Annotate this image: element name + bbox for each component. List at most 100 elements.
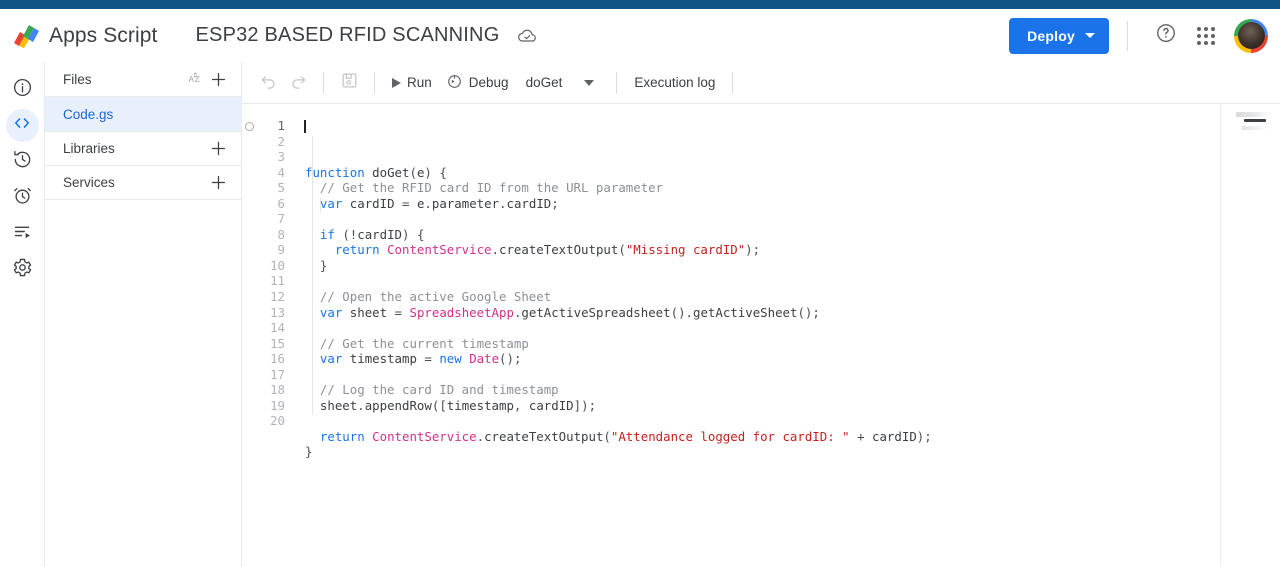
toolbar-divider-2 <box>374 71 375 94</box>
code-line: if (!cardID) { <box>319 226 425 242</box>
code-line: sheet.appendRow([timestamp, cardID]); <box>319 397 597 413</box>
debug-icon <box>446 73 463 93</box>
line-number: 2 <box>277 133 285 149</box>
sidebar-item-executions[interactable] <box>6 217 39 250</box>
page-title[interactable]: ESP32 BASED RFID SCANNING <box>195 24 499 47</box>
run-button-label: Run <box>407 75 432 90</box>
files-panel: Files A Z Code.gs Libraries Services <box>45 62 242 567</box>
add-file-button[interactable] <box>207 68 229 90</box>
sidebar-item-overview[interactable] <box>6 73 39 106</box>
line-number: 15 <box>270 335 285 351</box>
header-actions: Deploy <box>1009 16 1280 56</box>
save-project-button[interactable] <box>334 68 364 98</box>
add-library-button[interactable] <box>207 138 229 160</box>
fold-marker-icon[interactable] <box>245 121 254 131</box>
toolbar-divider-4 <box>732 71 734 94</box>
code-line: // Get the RFID card ID from the URL par… <box>319 180 664 196</box>
minimap-current-line <box>1244 119 1266 122</box>
deploy-button[interactable]: Deploy <box>1009 17 1109 54</box>
chevron-down-icon <box>584 79 595 86</box>
app-header: Apps Script ESP32 BASED RFID SCANNING De… <box>0 9 1280 62</box>
line-number: 12 <box>270 289 285 305</box>
line-number: 16 <box>270 351 285 367</box>
line-number: 3 <box>277 149 285 165</box>
function-dropdown-button[interactable] <box>572 68 606 98</box>
breakpoint-gutter[interactable] <box>242 118 260 476</box>
undo-button[interactable] <box>253 68 283 98</box>
brand-area[interactable]: Apps Script <box>0 23 157 49</box>
run-button[interactable]: Run <box>385 68 439 98</box>
services-section-title: Services <box>63 175 115 190</box>
sidebar-item-triggers[interactable] <box>6 181 39 214</box>
google-apps-button[interactable] <box>1186 16 1226 56</box>
line-number: 7 <box>277 211 285 227</box>
minimap-ghost-line-2 <box>1242 126 1268 130</box>
history-clock-icon <box>12 149 33 175</box>
line-number: 19 <box>270 397 285 413</box>
line-number: 6 <box>277 195 285 211</box>
editor-minimap[interactable] <box>1220 104 1280 567</box>
code-line: var sheet = SpreadsheetApp.getActiveSpre… <box>319 304 820 320</box>
undo-arrow-icon <box>259 71 278 95</box>
function-selector[interactable]: doGet <box>516 75 573 90</box>
apps-grid-icon <box>1197 26 1215 45</box>
svg-text:A: A <box>188 74 194 83</box>
debug-button-label: Debug <box>468 75 509 90</box>
list-item[interactable]: Code.gs <box>45 97 241 132</box>
line-number: 9 <box>277 242 285 258</box>
line-number: 10 <box>270 257 285 273</box>
code-line: } <box>305 444 313 460</box>
redo-button[interactable] <box>283 68 313 98</box>
apps-script-logo-icon <box>12 23 40 49</box>
code-line: var cardID = e.parameter.cardID; <box>319 195 559 211</box>
sort-az-icon[interactable]: A Z <box>185 68 207 90</box>
save-project-icon <box>340 71 359 95</box>
file-name: Code.gs <box>63 106 114 122</box>
add-service-button[interactable] <box>207 172 229 194</box>
indent-guide <box>319 197 321 214</box>
text-cursor <box>304 120 306 133</box>
execution-log-button[interactable]: Execution log <box>627 68 722 98</box>
execution-log-label: Execution log <box>634 75 716 90</box>
brand-name: Apps Script <box>49 23 158 47</box>
services-section-header[interactable]: Services <box>45 166 241 200</box>
code-line: return ContentService.createTextOutput("… <box>319 428 932 444</box>
top-accent-bar <box>0 0 1280 9</box>
line-number: 20 <box>270 413 285 429</box>
sidebar-item-project-history[interactable] <box>6 145 39 178</box>
help-circle-icon <box>1155 22 1177 49</box>
alarm-clock-icon <box>12 185 33 211</box>
code-line: } <box>319 257 328 273</box>
avatar-image <box>1237 22 1265 49</box>
code-line: // Open the active Google Sheet <box>319 289 552 305</box>
minimap-ghost-line <box>1236 112 1270 117</box>
toolbar-divider-3 <box>616 71 618 94</box>
line-number-gutter: 1 2 3 4 5 6 7 8 9 10 11 12 13 14 15 16 17 18 19 20 <box>260 118 294 476</box>
code-line: var timestamp = new Date(); <box>319 351 522 367</box>
line-number: 5 <box>277 180 285 196</box>
code-area: 1 2 3 4 5 6 7 8 9 10 11 12 13 14 15 16 17 18 19 20 function… <box>242 104 932 476</box>
line-number: 17 <box>270 366 285 382</box>
files-section-title: Files <box>63 71 92 87</box>
chevron-down-icon <box>1085 33 1095 38</box>
sidebar-item-editor[interactable] <box>5 109 39 142</box>
indent-guide <box>312 135 313 416</box>
redo-arrow-icon <box>289 71 308 95</box>
code-editor[interactable]: 1 2 3 4 5 6 7 8 9 10 11 12 13 14 15 16 17 18 19 20 function… <box>242 104 1280 567</box>
info-circle-icon <box>12 77 33 103</box>
sidebar-item-project-settings[interactable] <box>6 253 39 286</box>
debug-button[interactable]: Debug <box>439 68 516 98</box>
executions-list-icon <box>12 221 33 247</box>
code-line: // Log the card ID and timestamp <box>319 382 559 398</box>
help-button[interactable] <box>1146 16 1186 56</box>
libraries-section-title: Libraries <box>63 141 115 156</box>
line-number: 13 <box>270 304 285 320</box>
left-rail <box>0 62 45 567</box>
avatar[interactable] <box>1234 18 1268 53</box>
code-lines[interactable]: function doGet(e) { // Get the RFID card… <box>294 118 932 476</box>
libraries-section-header[interactable]: Libraries <box>45 132 241 166</box>
